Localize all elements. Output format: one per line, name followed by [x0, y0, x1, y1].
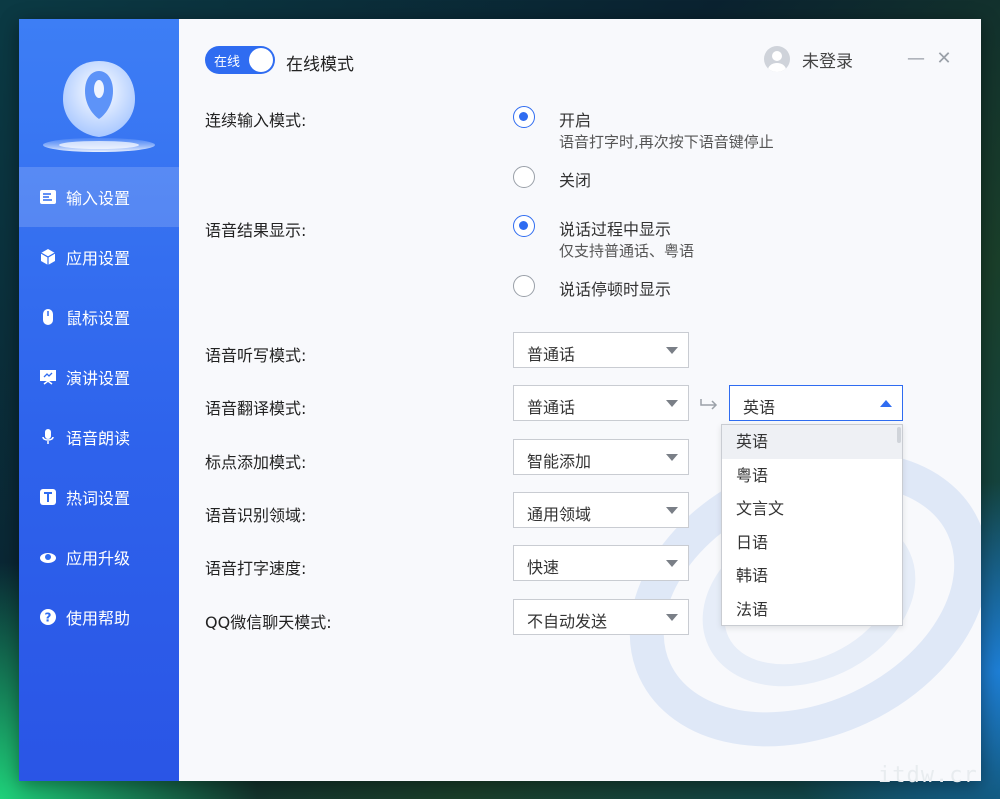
- sidebar: 输入设置 应用设置 鼠标设置 演讲设置 语音朗读 热词设置 应用升级 ? 使用帮…: [19, 19, 179, 781]
- chevron-down-icon: [666, 507, 678, 514]
- translate-arrow-icon: [700, 399, 718, 410]
- punctuation-mode-label: 标点添加模式:: [205, 453, 307, 472]
- cube-icon: [39, 248, 57, 266]
- top-bar: 在线 在线模式 未登录 — ✕: [179, 19, 981, 99]
- recognition-domain-label: 语音识别领域:: [205, 506, 307, 525]
- sidebar-item-label: 鼠标设置: [66, 309, 131, 328]
- upgrade-icon: [39, 548, 57, 566]
- select-value: 快速: [527, 558, 560, 577]
- sidebar-item-app-settings[interactable]: 应用设置: [19, 227, 179, 287]
- sidebar-nav: 输入设置 应用设置 鼠标设置 演讲设置 语音朗读 热词设置 应用升级 ? 使用帮…: [19, 167, 179, 647]
- sidebar-item-label: 应用设置: [66, 249, 131, 268]
- sidebar-item-label: 演讲设置: [66, 369, 131, 388]
- translation-source-select[interactable]: 普通话: [513, 385, 689, 421]
- continuous-on-label: 开启: [559, 111, 592, 130]
- display-on-pause-label: 说话停顿时显示: [559, 280, 672, 299]
- minimize-button[interactable]: —: [906, 49, 926, 69]
- sidebar-item-help[interactable]: ? 使用帮助: [19, 587, 179, 647]
- typing-speed-label: 语音打字速度:: [205, 559, 307, 578]
- microphone-icon: [39, 428, 57, 446]
- app-window: 输入设置 应用设置 鼠标设置 演讲设置 语音朗读 热词设置 应用升级 ? 使用帮…: [19, 19, 981, 781]
- select-value: 通用领域: [527, 505, 592, 524]
- input-settings-icon: [39, 188, 57, 206]
- dropdown-option[interactable]: 日语: [722, 526, 902, 560]
- display-while-speaking-hint: 仅支持普通话、粤语: [559, 242, 695, 260]
- sidebar-item-input-settings[interactable]: 输入设置: [19, 167, 179, 227]
- sidebar-item-label: 热词设置: [66, 489, 131, 508]
- settings-panel: 在线 在线模式 未登录 — ✕ 连续输入模式: 开启 语音打字时,再次按下语音键…: [179, 19, 981, 781]
- sidebar-item-presentation-settings[interactable]: 演讲设置: [19, 347, 179, 407]
- continuous-off-label: 关闭: [559, 171, 592, 190]
- continuous-input-label: 连续输入模式:: [205, 111, 307, 130]
- dropdown-option[interactable]: 文言文: [722, 492, 902, 526]
- dropdown-option[interactable]: 英语: [722, 425, 902, 459]
- dropdown-option[interactable]: 韩语: [722, 559, 902, 593]
- chat-mode-label: QQ微信聊天模式:: [205, 613, 332, 632]
- toggle-label: 在线: [214, 55, 241, 70]
- display-on-pause-radio[interactable]: [513, 275, 535, 297]
- chat-mode-select[interactable]: 不自动发送: [513, 599, 689, 635]
- result-display-label: 语音结果显示:: [205, 221, 307, 240]
- select-value: 不自动发送: [527, 612, 608, 631]
- sidebar-item-hotword-settings[interactable]: 热词设置: [19, 467, 179, 527]
- mouse-icon: [39, 308, 57, 326]
- online-mode-toggle[interactable]: 在线: [205, 46, 275, 74]
- sidebar-item-app-upgrade[interactable]: 应用升级: [19, 527, 179, 587]
- sidebar-item-label: 输入设置: [66, 189, 131, 208]
- sidebar-item-voice-reading[interactable]: 语音朗读: [19, 407, 179, 467]
- site-watermark: itdw.cr: [878, 763, 978, 788]
- punctuation-mode-select[interactable]: 智能添加: [513, 439, 689, 475]
- chevron-down-icon: [666, 454, 678, 461]
- continuous-on-hint: 语音打字时,再次按下语音键停止: [559, 133, 774, 151]
- continuous-on-radio[interactable]: [513, 106, 535, 128]
- select-value: 英语: [743, 398, 776, 417]
- select-value: 普通话: [527, 398, 576, 417]
- typing-speed-select[interactable]: 快速: [513, 545, 689, 581]
- select-value: 智能添加: [527, 452, 592, 471]
- sidebar-item-label: 使用帮助: [66, 609, 131, 628]
- text-t-icon: [39, 488, 57, 506]
- translation-target-select[interactable]: 英语: [729, 385, 903, 421]
- chevron-down-icon: [666, 347, 678, 354]
- display-while-speaking-radio[interactable]: [513, 215, 535, 237]
- chevron-down-icon: [666, 400, 678, 407]
- dictation-mode-select[interactable]: 普通话: [513, 332, 689, 368]
- dropdown-option[interactable]: 粤语: [722, 459, 902, 493]
- sidebar-item-label: 应用升级: [66, 549, 131, 568]
- dropdown-scrollbar[interactable]: [897, 427, 901, 443]
- sidebar-item-mouse-settings[interactable]: 鼠标设置: [19, 287, 179, 347]
- svg-text:?: ?: [45, 611, 52, 625]
- sidebar-item-label: 语音朗读: [66, 429, 131, 448]
- chevron-up-icon: [880, 400, 892, 407]
- display-while-speaking-label: 说话过程中显示: [559, 220, 672, 239]
- close-button[interactable]: ✕: [934, 49, 954, 69]
- select-value: 普通话: [527, 345, 576, 364]
- dictation-mode-label: 语音听写模式:: [205, 346, 307, 365]
- presentation-icon: [39, 368, 57, 386]
- user-login[interactable]: 未登录: [764, 46, 853, 72]
- help-icon: ?: [39, 608, 57, 626]
- recognition-domain-select[interactable]: 通用领域: [513, 492, 689, 528]
- translation-target-dropdown: 英语 粤语 文言文 日语 韩语 法语: [721, 424, 903, 626]
- mode-label: 在线模式: [286, 55, 354, 75]
- avatar-icon: [764, 46, 790, 72]
- continuous-off-radio[interactable]: [513, 166, 535, 188]
- chevron-down-icon: [666, 560, 678, 567]
- app-logo: [43, 61, 155, 152]
- toggle-knob: [249, 48, 273, 72]
- user-name: 未登录: [802, 51, 853, 72]
- translation-mode-label: 语音翻译模式:: [205, 399, 307, 418]
- chevron-down-icon: [666, 614, 678, 621]
- dropdown-option[interactable]: 法语: [722, 593, 902, 627]
